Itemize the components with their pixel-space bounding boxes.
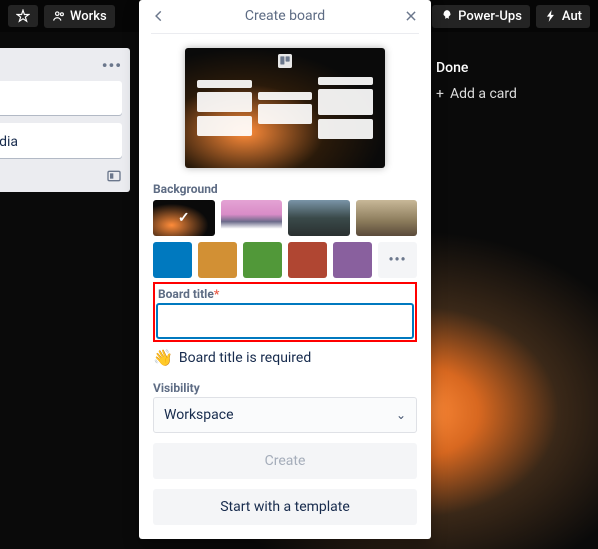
bg-option-more[interactable]: ••• [378, 242, 417, 278]
add-card-label: Add a card [450, 86, 517, 102]
list-card[interactable] [0, 81, 122, 115]
card-text: l fruit of india [0, 134, 18, 150]
automation-label: Aut [562, 9, 582, 24]
create-board-popover: Create board Background [139, 0, 431, 539]
rocket-icon [440, 9, 454, 23]
list-card[interactable]: l fruit of india [0, 123, 122, 158]
bg-option-green[interactable] [243, 242, 282, 278]
board-title-hint: 👋 Board title is required [153, 348, 417, 367]
background-label: Background [153, 182, 417, 196]
bg-option-image-3[interactable] [288, 200, 350, 236]
visibility-select[interactable]: Workspace ⌄ [153, 397, 417, 433]
star-button[interactable] [8, 5, 38, 27]
bg-option-purple[interactable] [333, 242, 372, 278]
required-star: * [214, 287, 219, 301]
automation-button[interactable]: Aut [536, 5, 590, 28]
left-list-column: ••• l fruit of india [0, 48, 130, 192]
done-list-column: Done + Add a card [428, 52, 598, 110]
star-icon [16, 9, 30, 23]
close-button[interactable] [401, 6, 421, 26]
board-title-label: Board title* [158, 287, 414, 301]
done-list-title: Done [436, 60, 590, 76]
list-menu-icon[interactable]: ••• [102, 56, 122, 75]
board-preview [185, 48, 385, 168]
bg-option-red[interactable] [288, 242, 327, 278]
workspaces-label: Works [70, 9, 107, 24]
popover-title: Create board [169, 8, 401, 24]
trello-logo-icon [278, 54, 292, 68]
close-icon [404, 9, 418, 23]
create-button[interactable]: Create [153, 443, 417, 479]
template-icon[interactable] [106, 168, 122, 184]
add-card-button[interactable]: + Add a card [436, 86, 590, 102]
back-button[interactable] [149, 6, 169, 26]
plus-icon: + [436, 86, 444, 102]
visibility-label: Visibility [153, 381, 417, 395]
chevron-left-icon [152, 9, 166, 23]
powerups-label: Power-Ups [458, 9, 522, 24]
bolt-icon [544, 9, 558, 23]
bg-option-image-2[interactable] [221, 200, 283, 236]
bg-option-blue[interactable] [153, 242, 192, 278]
board-title-input[interactable] [156, 303, 414, 339]
visibility-value: Workspace [164, 407, 234, 423]
board-title-highlight: Board title* [153, 282, 417, 342]
bg-option-image-1[interactable] [153, 200, 215, 236]
wave-emoji-icon: 👋 [153, 348, 173, 367]
start-with-template-button[interactable]: Start with a template [153, 489, 417, 525]
people-icon [52, 9, 66, 23]
bg-option-image-4[interactable] [356, 200, 418, 236]
powerups-button[interactable]: Power-Ups [432, 5, 530, 28]
chevron-down-icon: ⌄ [396, 408, 406, 422]
bg-option-orange[interactable] [198, 242, 237, 278]
workspaces-button[interactable]: Works [44, 5, 115, 28]
hint-text: Board title is required [179, 350, 311, 366]
